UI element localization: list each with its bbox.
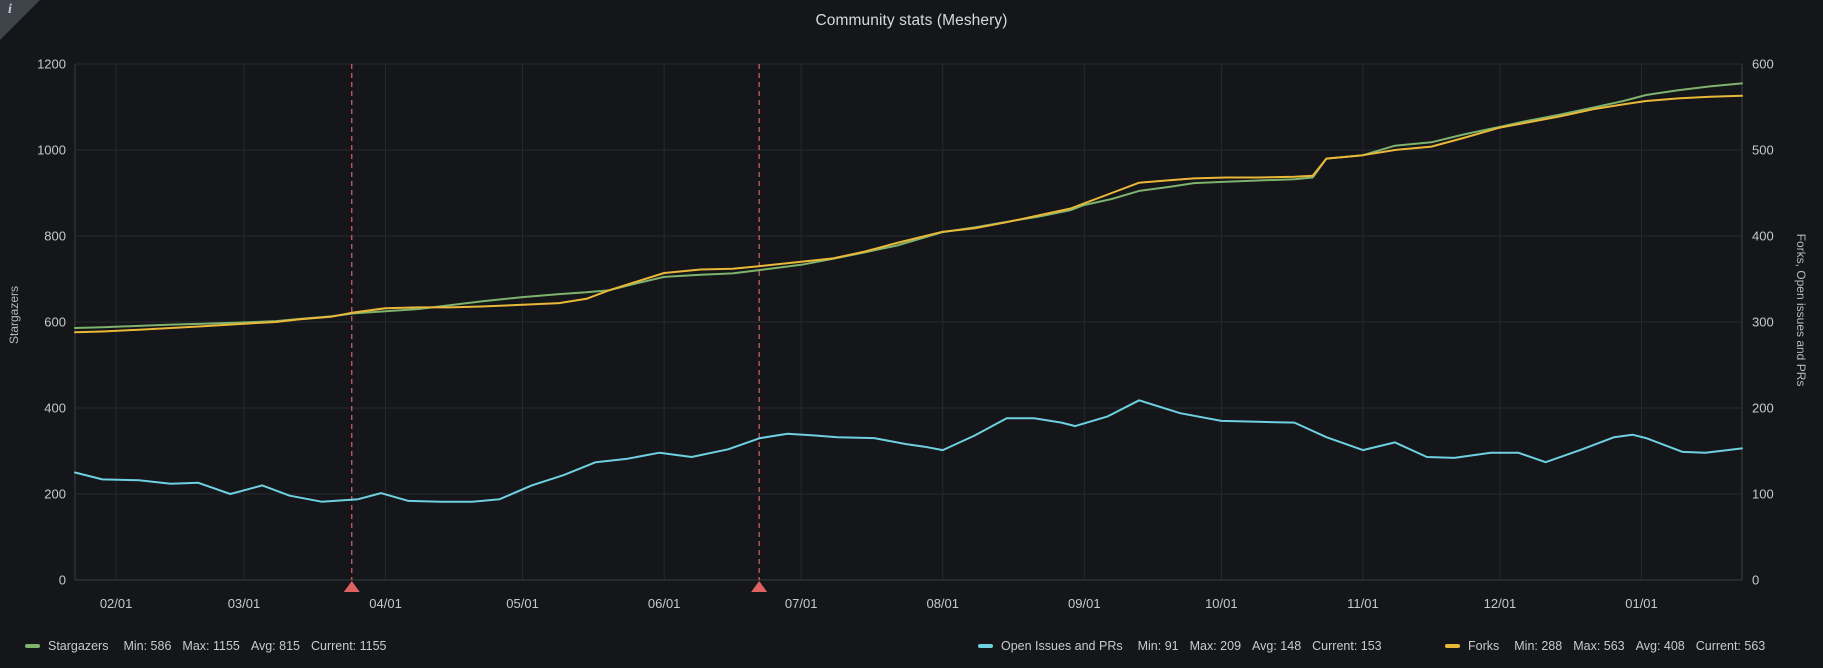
legend-stat-avg: Avg: 148 [1252,639,1301,653]
y-tick-label-right: 200 [1752,401,1774,416]
legend-stat-max: Max: 563 [1573,639,1624,653]
chart-canvas[interactable]: 0 200 400 600 800 1000 1200 0 100 200 300 400 500 600… [0,0,1823,668]
y-tick-label-left: 0 [59,573,66,588]
annotation-marker[interactable] [344,581,360,592]
left-axis-title: Stargazers [7,286,21,344]
legend-stat-min: Min: 288 [1514,639,1562,653]
x-tick-label: 01/01 [1625,596,1658,611]
legend-swatch[interactable] [1445,644,1460,648]
y-tick-label-right: 100 [1752,487,1774,502]
legend-stat-max: Max: 1155 [182,639,239,653]
legend-swatch[interactable] [25,644,40,648]
legend-stat-current: Current: 153 [1312,639,1381,653]
legend-stat-current: Current: 1155 [311,639,387,653]
legend-stat-avg: Avg: 408 [1636,639,1685,653]
legend-stat-current: Current: 563 [1696,639,1765,653]
legend-swatch[interactable] [978,644,993,648]
legend-series-name[interactable]: Stargazers [48,639,108,653]
x-tick-label: 12/01 [1484,596,1517,611]
graph-panel: i Community stats (Meshery) 020040060080… [0,0,1823,668]
y-tick-label-right: 600 [1752,57,1774,72]
legend: Stargazers Min: 586 Max: 1155 Avg: 815 Curre… [0,639,1823,659]
legend-series-name[interactable]: Forks [1468,639,1499,653]
legend-series-name[interactable]: Open Issues and PRs [1001,639,1123,653]
x-tick-label: 04/01 [369,596,402,611]
x-tick-label: 08/01 [926,596,959,611]
x-tick-label: 09/01 [1068,596,1101,611]
y-tick-label-left: 1200 [37,57,66,72]
legend-stat-min: Min: 91 [1138,639,1179,653]
annotation-marker[interactable] [751,581,767,592]
x-tick-label: 02/01 [100,596,133,611]
y-tick-label-right: 500 [1752,143,1774,158]
y-tick-label-right: 300 [1752,315,1774,330]
y-tick-label-left: 200 [44,487,66,502]
y-tick-label-left: 600 [44,315,66,330]
legend-stat-avg: Avg: 815 [251,639,300,653]
x-tick-label: 11/01 [1347,596,1379,611]
plot-area[interactable] [75,64,1742,580]
x-tick-label: 05/01 [506,596,539,611]
y-tick-label-left: 1000 [37,143,66,158]
y-tick-label-left: 400 [44,401,66,416]
x-tick-label: 10/01 [1205,596,1238,611]
y-tick-label-right: 0 [1752,573,1759,588]
legend-item-open-issues-and-prs[interactable]: Open Issues and PRs Min: 91 Max: 209 Avg: 1… [978,639,1382,653]
right-axis-title: Forks, Open issues and PRs [1794,234,1808,387]
x-tick-label: 03/01 [228,596,261,611]
x-tick-label: 07/01 [785,596,818,611]
legend-stat-min: Min: 586 [123,639,171,653]
legend-stat-max: Max: 209 [1190,639,1241,653]
y-tick-label-left: 800 [44,229,66,244]
x-tick-label: 06/01 [648,596,681,611]
y-tick-label-right: 400 [1752,229,1774,244]
legend-item-forks[interactable]: Forks Min: 288 Max: 563 Avg: 408 Current: 56… [1445,639,1765,653]
legend-item-stargazers[interactable]: Stargazers Min: 586 Max: 1155 Avg: 815 Curre… [25,639,387,653]
